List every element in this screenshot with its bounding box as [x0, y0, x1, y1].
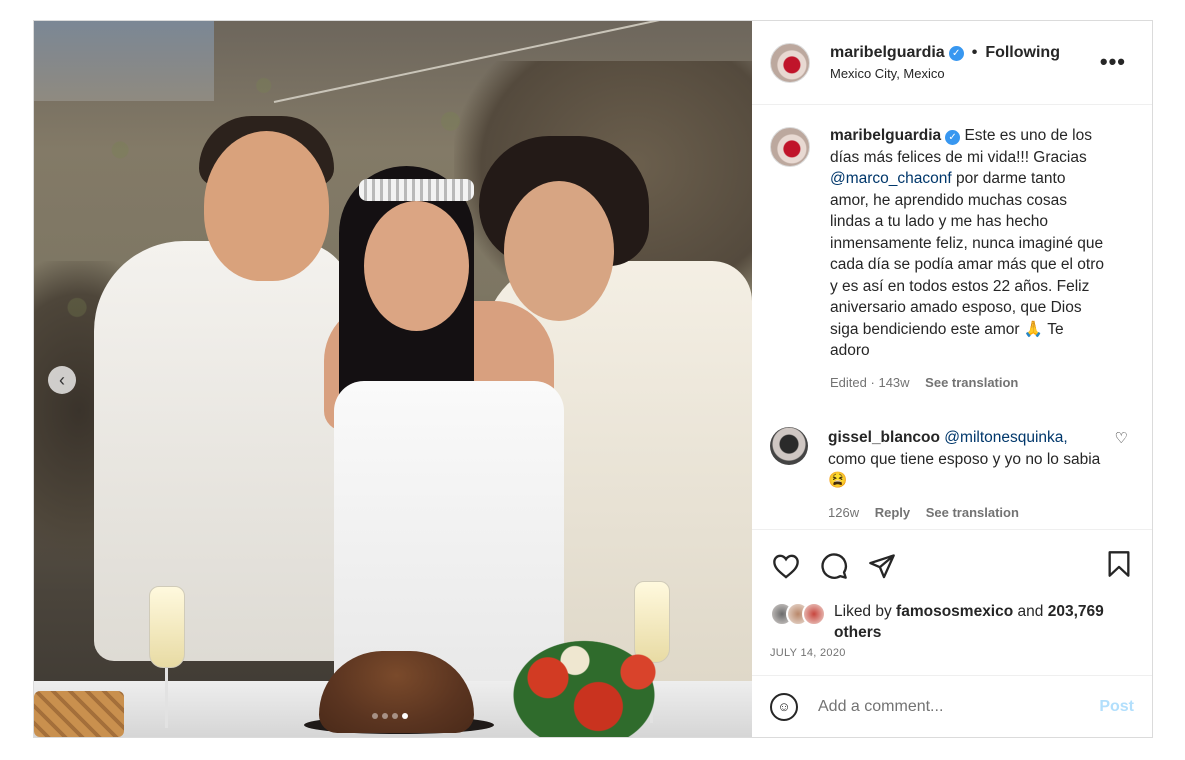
liker-avatar	[802, 602, 826, 626]
caption-edited: Edited	[830, 374, 867, 390]
post-header: maribelguardia ✓ • Following Mexico City…	[752, 21, 1152, 105]
caption-mention-link[interactable]: @marco_chaconf	[830, 170, 952, 187]
comment-meta: 126w Reply See translation	[828, 502, 1103, 524]
caption-dot: ·	[870, 374, 875, 390]
caption-age: 143w	[878, 374, 910, 390]
carousel-dots	[372, 713, 408, 719]
instagram-post: ‹ maribelguardia ✓ • Following Mexico Ci…	[33, 20, 1153, 738]
comment-text: como que tiene esposo y yo no lo sabia 😫	[828, 450, 1101, 490]
post-caption: maribelguardia ✓ Este es uno de los días …	[770, 125, 1134, 393]
comment-input[interactable]	[816, 696, 1100, 717]
see-translation-button[interactable]: See translation	[925, 375, 1018, 390]
liker-avatars	[770, 602, 826, 626]
photo-man-body	[94, 241, 354, 661]
photo-flowers	[494, 626, 674, 737]
bookmark-icon[interactable]	[1106, 550, 1132, 583]
photo-bride-face	[364, 201, 469, 331]
author-avatar[interactable]	[770, 42, 810, 83]
photo-man-face	[204, 131, 329, 281]
comments-section[interactable]: maribelguardia ✓ Este es uno de los días …	[752, 105, 1152, 529]
carousel-dot	[382, 713, 388, 719]
emoji-icon[interactable]: ☺	[770, 692, 798, 721]
more-options-icon[interactable]: •••	[1100, 49, 1126, 75]
comment-item: gissel_blancoo @miltonesquinka, como que…	[770, 427, 1134, 523]
likes-user[interactable]: famososmexico	[896, 603, 1013, 620]
commenter-avatar[interactable]	[770, 427, 808, 465]
comment-like-heart-icon[interactable]: ♡	[1115, 429, 1128, 447]
photo-champagne-glass	[149, 586, 185, 736]
likes-count[interactable]: 203,769	[1048, 603, 1104, 620]
verified-badge-icon: ✓	[945, 130, 961, 146]
post-date[interactable]: JULY 14, 2020	[752, 643, 1152, 659]
caption-avatar[interactable]	[770, 127, 810, 167]
caption-text-continued: por darme tanto amor, he aprendido mucha…	[830, 170, 1104, 359]
verified-badge-icon: ✓	[948, 45, 964, 61]
carousel-dot	[402, 713, 408, 719]
following-button[interactable]: Following	[985, 44, 1060, 62]
author-username[interactable]: maribelguardia	[830, 44, 945, 62]
header-separator: •	[971, 44, 978, 61]
likes-text[interactable]: Liked by famososmexico and 203,769 other…	[834, 601, 1104, 643]
caption-username[interactable]: maribelguardia	[830, 127, 941, 144]
photo-crackers	[34, 691, 124, 737]
heart-icon[interactable]	[770, 550, 802, 582]
likes-prefix: Liked by	[834, 603, 892, 620]
chevron-left-icon[interactable]: ‹	[48, 366, 76, 394]
likes-and: and	[1017, 603, 1044, 620]
comment-icon[interactable]	[818, 550, 850, 582]
photo-boy-face	[504, 181, 614, 321]
commenter-username[interactable]: gissel_blancoo	[828, 429, 940, 446]
comment-age: 126w	[828, 504, 860, 520]
carousel-dot	[392, 713, 398, 719]
add-comment-bar: ☺ Post	[752, 675, 1152, 737]
post-photo[interactable]: ‹	[34, 21, 752, 737]
photo-tiara	[359, 179, 474, 201]
reply-button[interactable]: Reply	[875, 505, 910, 520]
see-translation-button[interactable]: See translation	[926, 505, 1019, 520]
post-sidebar: maribelguardia ✓ • Following Mexico City…	[752, 21, 1152, 737]
share-icon[interactable]	[866, 550, 898, 582]
post-comment-button[interactable]: Post	[1099, 698, 1134, 716]
likes-others[interactable]: others	[834, 624, 881, 641]
caption-meta: Edited · 143w See translation	[830, 372, 1105, 394]
action-bar	[752, 529, 1152, 601]
carousel-dot	[372, 713, 378, 719]
header-text: maribelguardia ✓ • Following Mexico City…	[830, 44, 1060, 81]
likes-summary: Liked by famososmexico and 203,769 other…	[752, 601, 1152, 643]
comment-mention-link[interactable]: @miltonesquinka,	[944, 429, 1067, 446]
post-location[interactable]: Mexico City, Mexico	[830, 66, 1060, 81]
